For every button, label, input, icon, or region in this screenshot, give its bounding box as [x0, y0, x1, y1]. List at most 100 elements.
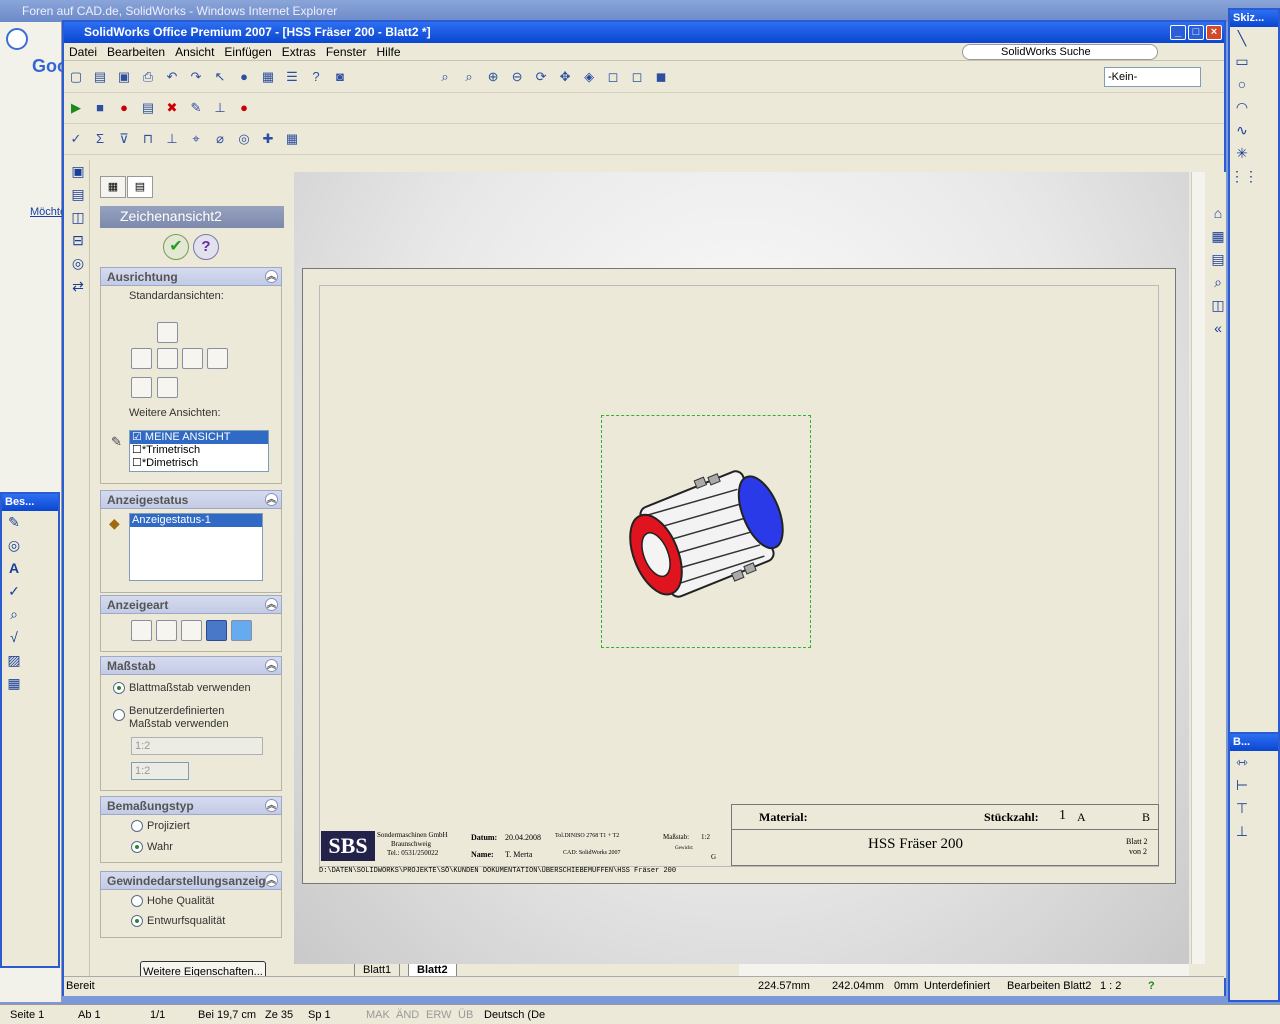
arc-icon[interactable]: ◠: [1230, 96, 1254, 119]
circle-icon[interactable]: ○: [1230, 73, 1254, 96]
rebuild-icon[interactable]: ●: [234, 67, 254, 87]
hidden-removed-mode-button[interactable]: [181, 620, 202, 641]
collapse-icon[interactable]: ︽: [265, 493, 278, 506]
hatch-icon[interactable]: ▨: [2, 649, 26, 672]
macro-delete-icon[interactable]: ✖: [162, 98, 182, 118]
drawing-sheet[interactable]: SBS Sondermaschinen GmbH Braunschweig Te…: [302, 268, 1176, 884]
property-tab[interactable]: ▤: [127, 176, 153, 198]
camera-icon[interactable]: ◙: [330, 67, 350, 87]
stop-icon[interactable]: ■: [90, 98, 110, 118]
scale-select[interactable]: 1:2: [131, 737, 263, 755]
center-mark-icon[interactable]: ✚: [258, 129, 278, 149]
record-icon[interactable]: ●: [114, 98, 134, 118]
top-view-button[interactable]: [157, 322, 178, 343]
zoom-out-icon[interactable]: ⊖: [507, 67, 527, 87]
bemassungstyp-header[interactable]: Bemaßungstyp ︽: [100, 796, 282, 815]
word-ueb[interactable]: ÜB: [458, 1009, 473, 1021]
spline-icon[interactable]: ∿: [1230, 119, 1254, 142]
projected-radio[interactable]: [131, 820, 143, 832]
broken-view-icon[interactable]: ⇄: [66, 275, 90, 298]
menu-datei[interactable]: Datei: [64, 43, 102, 61]
hole-callout-icon[interactable]: ⌀: [210, 129, 230, 149]
rectangle-icon[interactable]: ▭: [1230, 50, 1254, 73]
redo-icon[interactable]: ↷: [186, 67, 206, 87]
vertical-scrollbar[interactable]: [1191, 172, 1205, 964]
collapse-icon[interactable]: ︽: [265, 270, 278, 283]
sheet-scale-radio[interactable]: [113, 682, 125, 694]
view-item-meine-ansicht[interactable]: ☑ MEINE ANSICHT: [130, 431, 268, 444]
shaded-mode-button[interactable]: [231, 620, 252, 641]
hidden-visible-mode-button[interactable]: [156, 620, 177, 641]
options-icon[interactable]: ☰: [282, 67, 302, 87]
view-palette-icon[interactable]: ◫: [1206, 294, 1230, 317]
aux-view-icon[interactable]: ◫: [66, 206, 90, 229]
draft-quality-radio[interactable]: [131, 915, 143, 927]
zoom-area-icon[interactable]: ⌕: [459, 67, 479, 87]
anzeigestatus-header[interactable]: Anzeigestatus ︽: [100, 490, 282, 509]
menu-einfuegen[interactable]: Einfügen: [219, 43, 276, 61]
back-view-button[interactable]: [207, 348, 228, 369]
baseline-dim-icon[interactable]: ⊥: [1230, 820, 1254, 843]
wireframe-mode-button[interactable]: [131, 620, 152, 641]
status-help-icon[interactable]: ?: [1148, 980, 1155, 992]
menu-bearbeiten[interactable]: Bearbeiten: [102, 43, 170, 61]
section-view-icon[interactable]: ⊟: [66, 229, 90, 252]
abc-icon[interactable]: ✓: [2, 580, 26, 603]
smart-dimension-icon[interactable]: ⇿: [1230, 751, 1254, 774]
vertical-dim-icon[interactable]: ⊤: [1230, 797, 1254, 820]
new-icon[interactable]: ▢: [66, 67, 86, 87]
file-explorer-icon[interactable]: ▤: [1206, 248, 1230, 271]
menu-fenster[interactable]: Fenster: [321, 43, 372, 61]
help-button[interactable]: ?: [193, 234, 219, 260]
filter-icon[interactable]: ⊽: [114, 129, 134, 149]
macro-edit-icon[interactable]: ▤: [138, 98, 158, 118]
point-icon[interactable]: ●: [234, 98, 254, 118]
milling-cutter-model[interactable]: [602, 416, 812, 649]
balloon-tool-icon[interactable]: ◎: [2, 534, 26, 557]
massstab-header[interactable]: Maßstab ︽: [100, 656, 282, 675]
spellcheck-icon[interactable]: ✓: [66, 129, 86, 149]
select-icon[interactable]: ↖: [210, 67, 230, 87]
wireframe-icon[interactable]: ◻: [603, 67, 623, 87]
maximize-button[interactable]: □: [1188, 25, 1204, 40]
drawing-view-boundary[interactable]: [601, 415, 811, 648]
block-icon[interactable]: ▦: [2, 672, 26, 695]
help-icon[interactable]: ?: [306, 67, 326, 87]
gewinde-header[interactable]: Gewindedarstellungsanzeige ︽: [100, 871, 282, 890]
home-icon[interactable]: ⌂: [1206, 202, 1230, 225]
iso-view-button[interactable]: [131, 377, 152, 398]
anzeigeart-header[interactable]: Anzeigeart ︽: [100, 595, 282, 614]
close-button[interactable]: ×: [1206, 25, 1222, 40]
view-item-trimetrisch[interactable]: ☐*Trimetrisch: [130, 444, 268, 457]
gtol-icon[interactable]: ⌖: [186, 129, 206, 149]
zoom-in-icon[interactable]: ⊕: [483, 67, 503, 87]
bottom-view-button[interactable]: [157, 377, 178, 398]
sum-icon[interactable]: Σ: [90, 129, 110, 149]
balloon-icon[interactable]: ◎: [234, 129, 254, 149]
horizontal-dim-icon[interactable]: ⊢: [1230, 774, 1254, 797]
front-view-button[interactable]: [157, 348, 178, 369]
word-aend[interactable]: ÄND: [396, 1009, 419, 1021]
undo-icon[interactable]: ↶: [162, 67, 182, 87]
design-library-icon[interactable]: ▦: [1206, 225, 1230, 248]
feature-tree-tab[interactable]: ▦: [100, 176, 126, 198]
true-radio[interactable]: [131, 841, 143, 853]
grid-icon[interactable]: ▦: [258, 67, 278, 87]
weld-icon[interactable]: ⊓: [138, 129, 158, 149]
zoom-fit-icon[interactable]: ⌕: [435, 67, 455, 87]
play-icon[interactable]: ▶: [66, 98, 86, 118]
menu-extras[interactable]: Extras: [277, 43, 321, 61]
save-icon[interactable]: ▣: [114, 67, 134, 87]
detail-view-icon[interactable]: ◎: [66, 252, 90, 275]
pan-icon[interactable]: ✥: [555, 67, 575, 87]
collapse-icon[interactable]: ︽: [265, 598, 278, 611]
smart-dim-icon[interactable]: ⊥: [210, 98, 230, 118]
shaded-icon[interactable]: ◼: [651, 67, 671, 87]
layer-select[interactable]: -Kein-: [1104, 67, 1201, 87]
text-icon[interactable]: A: [2, 557, 26, 580]
scale-input[interactable]: 1:2: [131, 762, 189, 780]
word-mak[interactable]: MAK: [366, 1009, 390, 1021]
left-view-button[interactable]: [131, 348, 152, 369]
line-icon[interactable]: ╲: [1230, 27, 1254, 50]
surface-finish-icon[interactable]: √: [2, 626, 26, 649]
